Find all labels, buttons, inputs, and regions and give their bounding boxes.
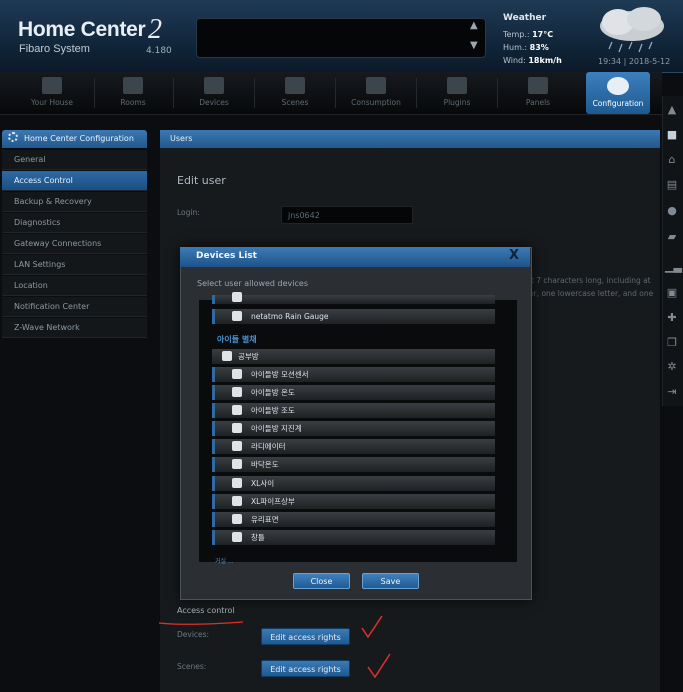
- weather-humidity: Hum.: 83%: [503, 43, 549, 52]
- sidebar-item-lan-settings[interactable]: LAN Settings: [2, 255, 147, 275]
- sidebar-item-diagnostics[interactable]: Diagnostics: [2, 213, 147, 233]
- save-button[interactable]: Save: [362, 573, 419, 589]
- nav-panels[interactable]: Panels: [498, 72, 578, 114]
- checkbox[interactable]: [232, 369, 242, 379]
- edit-scenes-access-button[interactable]: Edit access rights: [261, 660, 350, 677]
- sidebar-item-zwave-network[interactable]: Z-Wave Network: [2, 318, 147, 338]
- list-item[interactable]: XL파이프상부: [212, 494, 495, 509]
- checkbox[interactable]: [232, 459, 242, 469]
- sidebar-item-general[interactable]: General: [2, 150, 147, 170]
- nav-rooms[interactable]: Rooms: [93, 72, 173, 114]
- brand-number: 2: [148, 14, 162, 45]
- list-item[interactable]: 아이들방 조도: [212, 403, 495, 418]
- checkbox[interactable]: [232, 478, 242, 488]
- nav-consumption[interactable]: Consumption: [336, 72, 416, 114]
- weather-temp: Temp.: 17°C: [503, 30, 554, 39]
- sidebar-header: Home Center Configuration: [2, 130, 147, 148]
- brand-title: Home Center: [18, 18, 146, 41]
- access-control-title: Access control: [177, 606, 235, 615]
- message-box: [196, 18, 486, 58]
- version-label: 4.180: [146, 46, 172, 56]
- sidebar-item-gateway-connections[interactable]: Gateway Connections: [2, 234, 147, 254]
- plugin-icon: [447, 77, 467, 94]
- house-icon[interactable]: ⌂: [665, 153, 679, 167]
- rooms-icon: [123, 77, 143, 94]
- checkbox[interactable]: [232, 441, 242, 451]
- nav-scenes[interactable]: Scenes: [255, 72, 335, 114]
- panels-icon: [528, 77, 548, 94]
- gears-icon[interactable]: ✲: [665, 360, 679, 374]
- checkbox[interactable]: [222, 351, 232, 361]
- nav-devices[interactable]: Devices: [174, 72, 254, 114]
- red-underline-annotation: [158, 621, 244, 625]
- list-item[interactable]: 라디에이터: [212, 439, 495, 454]
- house-icon: [42, 77, 62, 94]
- nav-configuration[interactable]: Configuration: [586, 72, 650, 114]
- scenes-icon: [285, 77, 305, 94]
- list-item[interactable]: 창틀: [212, 530, 495, 545]
- checkbox[interactable]: [232, 532, 242, 542]
- red-checkmark-annotation: [361, 615, 383, 639]
- scroll-top-icon[interactable]: ▲: [665, 103, 679, 117]
- list-item[interactable]: 바닥온도: [212, 457, 495, 472]
- rain-cloud-icon: [600, 7, 664, 53]
- close-button[interactable]: Close: [293, 573, 350, 589]
- checkbox[interactable]: [232, 387, 242, 397]
- checkbox[interactable]: [232, 496, 242, 506]
- chart-icon[interactable]: ▁▃: [665, 260, 682, 274]
- gears-icon: [8, 132, 18, 142]
- password-hint: st 7 characters long, including at: [527, 276, 651, 285]
- list-item[interactable]: 아이들방 지진계: [212, 421, 495, 436]
- gears-icon: [607, 77, 629, 95]
- message-scroll-down-icon[interactable]: ▼: [470, 40, 478, 51]
- brand-subtitle: Fibaro System: [19, 43, 90, 55]
- checkbox[interactable]: [232, 292, 242, 302]
- nav-plugins[interactable]: Plugins: [417, 72, 497, 114]
- sidebar-item-notification-center[interactable]: Notification Center: [2, 297, 147, 317]
- main-header: Users: [160, 130, 660, 148]
- list-item[interactable]: [212, 292, 495, 304]
- checkbox[interactable]: [232, 423, 242, 433]
- list-item[interactable]: 아이들방 모션센서: [212, 367, 495, 382]
- password-hint: er, one lowercase letter, and one: [529, 289, 654, 298]
- checkbox[interactable]: [232, 405, 242, 415]
- close-icon[interactable]: X: [509, 248, 519, 263]
- weather-title: Weather: [503, 13, 547, 23]
- scenes-icon[interactable]: ▰: [665, 230, 679, 244]
- bulb-icon: [204, 77, 224, 94]
- panels-icon[interactable]: ✚: [665, 311, 679, 325]
- checkbox[interactable]: [232, 311, 242, 321]
- red-checkmark-annotation: [367, 653, 391, 679]
- checkbox[interactable]: [232, 514, 242, 524]
- edit-devices-access-button[interactable]: Edit access rights: [261, 628, 350, 645]
- weather-wind: Wind: 18km/h: [503, 56, 562, 65]
- nav-your-house[interactable]: Your House: [12, 72, 92, 114]
- plugin-icon[interactable]: ▣: [665, 286, 679, 300]
- dialog-title: Devices List: [196, 251, 257, 261]
- sidebar-item-location[interactable]: Location: [2, 276, 147, 296]
- bulb-icon[interactable]: ●: [665, 204, 679, 218]
- save-icon[interactable]: ■: [665, 128, 679, 142]
- list-item[interactable]: netatmo Rain Gauge: [212, 309, 495, 324]
- dialog-subtitle: Select user allowed devices: [197, 279, 308, 288]
- list-item[interactable]: 유리표면: [212, 512, 495, 527]
- list-item[interactable]: 아이들방 온도: [212, 385, 495, 400]
- devices-label: Devices:: [177, 630, 210, 639]
- section-label: 거실 ...: [215, 558, 234, 565]
- login-label: Login:: [177, 208, 200, 217]
- sidebar-item-backup-recovery[interactable]: Backup & Recovery: [2, 192, 147, 212]
- logout-icon[interactable]: ⇥: [665, 385, 679, 399]
- datetime: 19:34 | 2018-5-12: [598, 57, 671, 66]
- copy-icon[interactable]: ❐: [665, 336, 679, 350]
- rooms-icon[interactable]: ▤: [665, 178, 679, 192]
- scenes-label: Scenes:: [177, 662, 207, 671]
- login-field[interactable]: jns0642: [281, 206, 413, 224]
- chart-icon: [366, 77, 386, 94]
- section-label: 아이들 별채: [217, 335, 257, 344]
- message-scroll-up-icon[interactable]: ▲: [470, 20, 478, 31]
- room-row[interactable]: 공부방: [212, 349, 495, 364]
- page-title: Edit user: [177, 174, 226, 187]
- sidebar-item-access-control[interactable]: Access Control: [2, 171, 147, 191]
- list-item[interactable]: XL사이: [212, 476, 495, 491]
